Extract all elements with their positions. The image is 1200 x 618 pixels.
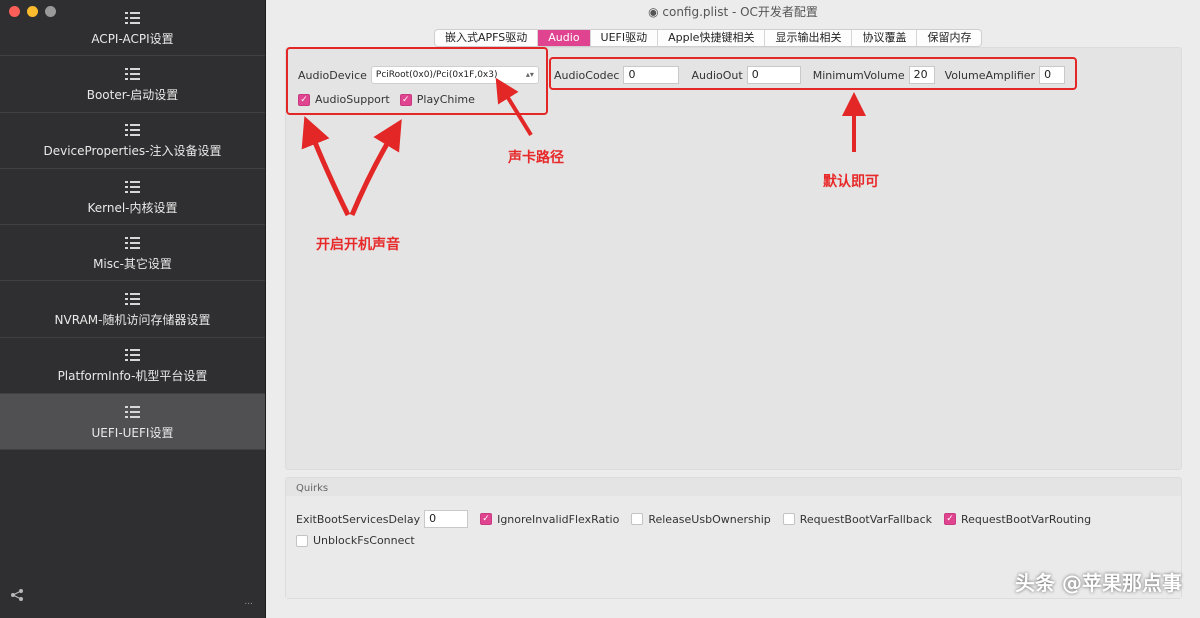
watermark: 头条 @苹果那点事 [1015,571,1182,595]
sidebar-item-platforminfo[interactable]: PlatformInfo-机型平台设置 [0,338,265,395]
arrow-to-audio-support [301,116,351,217]
list-icon [125,123,140,137]
exit-boot-services-delay-label: ExitBootServicesDelay [296,512,421,526]
arrow-to-audio-device [495,77,533,137]
minimize-window-button[interactable] [27,6,38,17]
quirks-title: Quirks [296,483,329,494]
sidebar: ACPI-ACPI设置 Booter-启动设置 DeviceProperties… [0,0,266,618]
quirks-row-1: ExitBootServicesDelay 0 ✓ IgnoreInvalidF… [296,510,1091,528]
share-icon[interactable] [10,588,24,606]
sidebar-item-uefi[interactable]: UEFI-UEFI设置 [0,394,265,451]
ignore-invalid-flex-ratio-label: IgnoreInvalidFlexRatio [497,512,620,526]
sidebar-item-label: NVRAM-随机访问存储器设置 [54,313,211,328]
sidebar-item-label: DeviceProperties-注入设备设置 [43,144,222,159]
sidebar-item-booter[interactable]: Booter-启动设置 [0,56,265,113]
sidebar-item-label: UEFI-UEFI设置 [91,425,174,440]
list-icon [125,67,140,81]
close-window-button[interactable] [9,6,20,17]
annotation-default-ok: 默认即可 [823,174,879,190]
unblock-fs-connect-checkbox[interactable]: UnblockFsConnect [296,534,415,547]
sidebar-footer-text: ... [244,597,253,607]
request-boot-var-fallback-label: RequestBootVarFallback [799,512,932,526]
list-icon [125,11,140,25]
sidebar-item-label: Booter-启动设置 [86,87,179,102]
list-icon [125,180,140,194]
request-boot-var-routing-checkbox[interactable]: ✓ RequestBootVarRouting [943,512,1092,526]
annotation-enable-boot-sound: 开启开机声音 [316,237,400,253]
sidebar-item-misc[interactable]: Misc-其它设置 [0,225,265,282]
list-icon [125,236,140,250]
list-icon [125,292,140,306]
release-usb-ownership-checkbox[interactable]: ReleaseUsbOwnership [631,512,771,526]
request-boot-var-routing-label: RequestBootVarRouting [960,512,1092,526]
main-content: ◉ config.plist - OC开发者配置 嵌入式APFS驱动 Audio… [266,0,1200,618]
zoom-window-button[interactable] [45,6,56,17]
sidebar-item-nvram[interactable]: NVRAM-随机访问存储器设置 [0,281,265,338]
checkbox-empty-icon [631,513,644,525]
checkmark-icon: ✓ [480,513,493,525]
request-boot-var-fallback-checkbox[interactable]: RequestBootVarFallback [782,512,932,526]
ignore-invalid-flex-ratio-checkbox[interactable]: ✓ IgnoreInvalidFlexRatio [480,513,619,526]
arrow-to-play-chime [349,119,402,216]
checkmark-icon: ✓ [943,513,956,525]
sidebar-item-label: Misc-其它设置 [93,256,172,271]
sidebar-item-deviceproperties[interactable]: DeviceProperties-注入设备设置 [0,113,265,169]
unblock-fs-connect-label: UnblockFsConnect [313,534,415,547]
exit-boot-services-delay-input[interactable]: 0 [424,510,469,528]
annotation-sound-card-path: 声卡路径 [508,150,564,166]
sidebar-item-label: ACPI-ACPI设置 [91,31,174,46]
sidebar-nav: ACPI-ACPI设置 Booter-启动设置 DeviceProperties… [0,0,265,451]
checkbox-empty-icon [296,534,308,547]
sidebar-item-label: Kernel-内核设置 [87,200,178,215]
list-icon [125,405,140,419]
sidebar-item-label: PlatformInfo-机型平台设置 [57,369,208,384]
release-usb-ownership-label: ReleaseUsbOwnership [648,512,771,526]
quirks-row-2: UnblockFsConnect [296,534,415,547]
sidebar-item-kernel[interactable]: Kernel-内核设置 [0,169,265,226]
window-controls [9,6,56,17]
checkbox-empty-icon [782,513,795,525]
list-icon [125,348,140,362]
